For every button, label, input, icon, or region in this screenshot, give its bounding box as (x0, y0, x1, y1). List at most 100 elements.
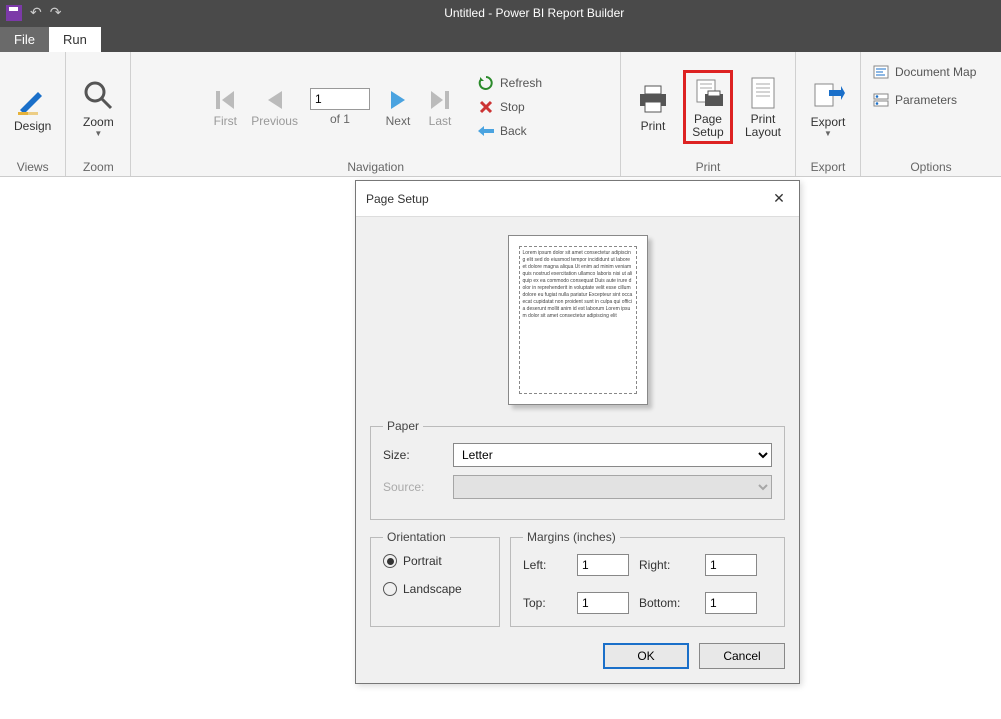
page-setup-button[interactable]: Page Setup (683, 70, 733, 144)
print-layout-label: Print Layout (745, 113, 781, 139)
design-label: Design (14, 119, 51, 133)
radio-icon (383, 554, 397, 568)
page-preview-text: Lorem ipsum dolor sit amet consectetur a… (519, 246, 637, 324)
page-preview-page: Lorem ipsum dolor sit amet consectetur a… (508, 235, 648, 405)
refresh-button[interactable]: Refresh (474, 73, 546, 93)
group-options: Document Map Parameters Options (861, 52, 1001, 176)
stop-icon (478, 99, 494, 115)
parameters-label: Parameters (895, 93, 957, 107)
orientation-margins-row: Orientation Portrait Landscape Margins (… (370, 530, 785, 637)
group-navigation: First Previous of 1 Next Last R (131, 52, 621, 176)
design-button[interactable]: Design (8, 77, 57, 137)
document-map-icon (873, 64, 889, 80)
export-button[interactable]: Export ▼ (804, 73, 852, 141)
print-icon (635, 81, 671, 117)
first-icon (211, 86, 239, 114)
last-button[interactable]: Last (420, 82, 460, 132)
margin-left-input[interactable] (577, 554, 629, 576)
chevron-down-icon: ▼ (824, 131, 832, 137)
print-layout-button[interactable]: Print Layout (739, 71, 787, 143)
page-setup-icon (690, 75, 726, 111)
margin-top-input[interactable] (577, 592, 629, 614)
refresh-icon (478, 75, 494, 91)
orientation-fieldset: Orientation Portrait Landscape (370, 530, 500, 627)
redo-icon[interactable]: ↷ (50, 4, 62, 21)
dialog-title: Page Setup (366, 192, 429, 206)
group-options-label: Options (869, 158, 993, 174)
back-button[interactable]: Back (474, 121, 546, 141)
nav-small-buttons: Refresh Stop Back (470, 73, 546, 141)
radio-icon (383, 582, 397, 596)
paper-fieldset: Paper Size: Letter Source: (370, 419, 785, 520)
group-zoom: Zoom ▼ Zoom (66, 52, 131, 176)
first-button[interactable]: First (205, 82, 245, 132)
parameters-icon (873, 92, 889, 108)
group-zoom-label: Zoom (74, 158, 122, 174)
window-title: Untitled - Power BI Report Builder (67, 6, 1001, 20)
group-print-label: Print (629, 158, 787, 174)
next-icon (384, 86, 412, 114)
refresh-label: Refresh (500, 76, 542, 90)
dialog-titlebar: Page Setup ✕ (356, 181, 799, 217)
size-row: Size: Letter (383, 443, 772, 467)
export-label: Export (811, 115, 846, 129)
dialog-body: Lorem ipsum dolor sit amet consectetur a… (356, 217, 799, 683)
group-navigation-label: Navigation (139, 158, 612, 174)
margins-fieldset: Margins (inches) Left: Right: Top: Botto… (510, 530, 785, 627)
document-map-label: Document Map (895, 65, 976, 79)
page-number-input[interactable] (310, 88, 370, 110)
margin-bottom-input[interactable] (705, 592, 757, 614)
margins-legend: Margins (inches) (523, 530, 620, 544)
page-setup-label: Page Setup (692, 113, 723, 139)
margin-right-input[interactable] (705, 554, 757, 576)
source-label: Source: (383, 480, 443, 494)
titlebar: ↶ ↷ Untitled - Power BI Report Builder (0, 0, 1001, 25)
group-export: Export ▼ Export (796, 52, 861, 176)
margins-grid: Left: Right: Top: Bottom: (523, 554, 772, 614)
previous-icon (261, 86, 289, 114)
margin-right-label: Right: (639, 558, 699, 572)
page-of-label: of 1 (330, 112, 350, 126)
group-print: Print Page Setup Print Layout Print (621, 52, 796, 176)
group-views: Design Views (0, 52, 66, 176)
size-select[interactable]: Letter (453, 443, 772, 467)
previous-button[interactable]: Previous (247, 82, 302, 132)
tab-run[interactable]: Run (49, 27, 101, 52)
quick-access-toolbar: ↶ ↷ (0, 4, 67, 21)
undo-icon[interactable]: ↶ (30, 4, 42, 21)
first-label: First (214, 114, 237, 128)
stop-label: Stop (500, 100, 525, 114)
landscape-label: Landscape (403, 582, 462, 596)
size-label: Size: (383, 448, 443, 462)
portrait-radio[interactable]: Portrait (383, 554, 487, 568)
print-button[interactable]: Print (629, 77, 677, 137)
stop-button[interactable]: Stop (474, 97, 546, 117)
last-label: Last (429, 114, 452, 128)
next-button[interactable]: Next (378, 82, 418, 132)
previous-label: Previous (251, 114, 298, 128)
design-icon (15, 81, 51, 117)
ribbon: Design Views Zoom ▼ Zoom First (0, 52, 1001, 177)
dialog-buttons: OK Cancel (370, 637, 785, 669)
document-map-button[interactable]: Document Map (869, 62, 980, 82)
cancel-button[interactable]: Cancel (699, 643, 785, 669)
group-views-label: Views (8, 158, 57, 174)
close-icon[interactable]: ✕ (769, 190, 789, 207)
landscape-radio[interactable]: Landscape (383, 582, 487, 596)
save-icon[interactable] (6, 5, 22, 21)
back-label: Back (500, 124, 527, 138)
zoom-button[interactable]: Zoom ▼ (74, 73, 122, 141)
ribbon-tabs: File Run (0, 25, 1001, 52)
page-setup-dialog: Page Setup ✕ Lorem ipsum dolor sit amet … (355, 180, 800, 684)
source-select (453, 475, 772, 499)
export-icon (810, 77, 846, 113)
tab-file[interactable]: File (0, 27, 49, 52)
orientation-legend: Orientation (383, 530, 450, 544)
print-label: Print (641, 119, 666, 133)
portrait-label: Portrait (403, 554, 442, 568)
parameters-button[interactable]: Parameters (869, 90, 961, 110)
next-label: Next (386, 114, 411, 128)
chevron-down-icon: ▼ (94, 131, 102, 137)
ok-button[interactable]: OK (603, 643, 689, 669)
page-number-box: of 1 (304, 88, 376, 126)
